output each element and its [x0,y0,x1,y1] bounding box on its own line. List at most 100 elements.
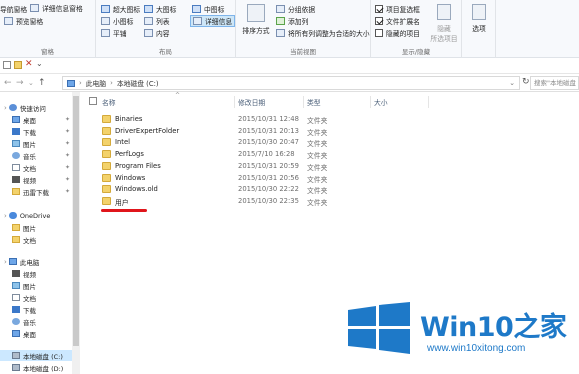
up-icon[interactable]: ↑ [38,78,46,88]
sort-by-button[interactable]: 排序方式 [240,4,272,35]
breadcrumb-this-pc[interactable]: 此电脑 [86,78,106,88]
expand-chevron-icon[interactable]: › [4,258,7,266]
select-all-checkbox[interactable] [89,97,97,105]
layout-extra-large-icons[interactable]: 超大图标 [101,4,140,14]
add-column-button[interactable]: 添加列 [276,16,308,26]
item-checkboxes-checkbox[interactable] [375,5,383,13]
nav-item[interactable]: › OneDrive [0,210,80,221]
nav-item[interactable]: 图片 [0,280,80,291]
breadcrumb-local-disk[interactable]: 本地磁盘 (C:) [117,78,159,88]
modified-date: 2015/10/30 22:35 [238,196,299,205]
file-row[interactable]: Windows.old 2015/10/30 22:22 文件夹 [80,184,579,195]
fit-columns-button[interactable]: 将所有列调整为合适的大小 [276,28,370,38]
nav-item-label: 图片 [23,224,36,233]
back-icon[interactable]: ← [4,78,12,88]
expand-chevron-icon[interactable]: › [4,212,7,220]
nav-item[interactable]: 音乐 ✦ [0,150,80,161]
nav-item[interactable]: 桌面 [0,328,80,339]
layout-label: 内容 [156,30,170,38]
layout-small-icons[interactable]: 小图标 [101,16,133,26]
nav-item[interactable]: 下载 ✦ [0,126,80,137]
expand-chevron-icon[interactable]: › [4,104,7,112]
column-divider[interactable] [303,96,304,108]
address-box[interactable]: › 此电脑 › 本地磁盘 (C:) ⌄ [62,76,520,90]
nav-item[interactable]: 本地磁盘 (C:) [0,350,80,361]
file-row[interactable]: DriverExpertFolder 2015/10/31 20:13 文件夹 [80,126,579,137]
nav-item-label: OneDrive [19,211,51,220]
nav-item[interactable]: 下载 [0,304,80,315]
file-row[interactable]: 用户 2015/10/30 22:35 文件夹 [80,196,579,207]
new-folder-icon[interactable] [14,61,22,69]
videos-icon [12,176,20,183]
forward-icon[interactable]: → [16,78,24,88]
group-by-label: 分组依据 [288,6,316,14]
nav-item-label: 文档 [23,294,36,303]
file-row[interactable]: PerfLogs 2015/7/10 16:28 文件夹 [80,149,579,160]
nav-item[interactable]: 图片 ✦ [0,138,80,149]
nav-item[interactable]: 视频 ✦ [0,174,80,185]
file-row[interactable]: Windows 2015/10/31 20:56 文件夹 [80,173,579,184]
layout-label: 平铺 [113,30,127,38]
nav-item[interactable]: 文档 [0,292,80,303]
content-icon [144,29,153,37]
file-row[interactable]: Intel 2015/10/30 20:47 文件夹 [80,137,579,148]
group-by-button[interactable]: 分组依据 [276,4,315,14]
file-row[interactable]: Binaries 2015/10/31 12:48 文件夹 [80,114,579,125]
refresh-icon[interactable]: ↻ [522,77,530,87]
column-divider[interactable] [234,96,235,108]
nav-item[interactable]: 桌面 ✦ [0,114,80,125]
search-input[interactable]: 搜索"本地磁盘 (C:)" [530,76,579,90]
hidden-items-toggle[interactable]: 隐藏的项目 [375,28,420,38]
details-pane-button[interactable]: 详细信息窗格 [30,3,83,13]
column-divider[interactable] [428,96,429,108]
nav-item[interactable]: 文档 ✦ [0,162,80,173]
nav-item[interactable]: 图片 [0,222,80,233]
windows-logo-icon [348,302,410,354]
layout-label: 中图标 [204,6,225,14]
layout-tiles[interactable]: 平铺 [101,28,127,38]
layout-large-icons[interactable]: 大图标 [144,4,176,14]
windows-logo-pane [348,329,376,349]
properties-icon[interactable] [3,61,11,69]
options-button[interactable]: 选项 [466,4,492,33]
nav-item[interactable]: 本地磁盘 (D:) [0,362,80,373]
nav-item[interactable]: 视频 [0,268,80,279]
delete-icon[interactable]: ✕ [25,59,33,69]
fit-columns-icon [276,29,285,37]
nav-item[interactable]: 迅雷下载 ✦ [0,186,80,197]
navigation-pane-label: 导航窗格 [0,6,28,14]
videos-icon [12,270,20,277]
layout-list[interactable]: 列表 [144,16,170,26]
column-header-date[interactable]: 修改日期 [238,97,265,109]
layout-details[interactable]: 详细信息 [190,15,236,27]
nav-item[interactable]: › 快速访问 [0,102,80,113]
ribbon-group-layout: 超大图标 大图标 中图标 小图标 列表 详细信息 平铺 内容 布局 [96,0,236,58]
documents-icon [12,294,20,301]
group-label-show-hide: 显示/隐藏 [401,48,431,56]
recent-locations-icon[interactable]: ⌄ [28,79,34,87]
column-header-type[interactable]: 类型 [307,97,321,109]
layout-content[interactable]: 内容 [144,28,170,38]
nav-item[interactable]: › 此电脑 [0,256,80,267]
preview-pane-button[interactable]: 预览窗格 [4,16,43,26]
this-pc-icon [67,79,75,87]
navigation-pane-button[interactable]: 导航窗格 [0,4,27,14]
nav-scrollbar-thumb[interactable] [73,96,79,346]
hidden-items-label: 隐藏的项目 [386,30,420,38]
layout-medium-icons[interactable]: 中图标 [192,4,224,14]
file-extensions-checkbox[interactable] [375,17,383,25]
item-checkboxes-toggle[interactable]: 项目复选框 [375,4,420,14]
fit-columns-label: 将所有列调整为合适的大小 [288,30,370,38]
file-row[interactable]: Program Files 2015/10/31 20:59 文件夹 [80,161,579,172]
nav-scrollbar[interactable] [72,92,80,374]
nav-item[interactable]: 文档 [0,234,80,245]
address-dropdown-icon[interactable]: ⌄ [509,79,515,87]
column-header-name[interactable]: 名称 [102,97,116,109]
hidden-items-checkbox[interactable] [375,29,383,37]
hide-selected-button[interactable]: 隐藏 所选项目 [429,4,459,43]
column-header-size[interactable]: 大小 [374,97,388,109]
column-divider[interactable] [370,96,371,108]
customize-toolbar-icon[interactable]: ⌄ [36,59,43,68]
nav-item[interactable]: 音乐 [0,316,80,327]
file-extensions-toggle[interactable]: 文件扩展名 [375,16,420,26]
